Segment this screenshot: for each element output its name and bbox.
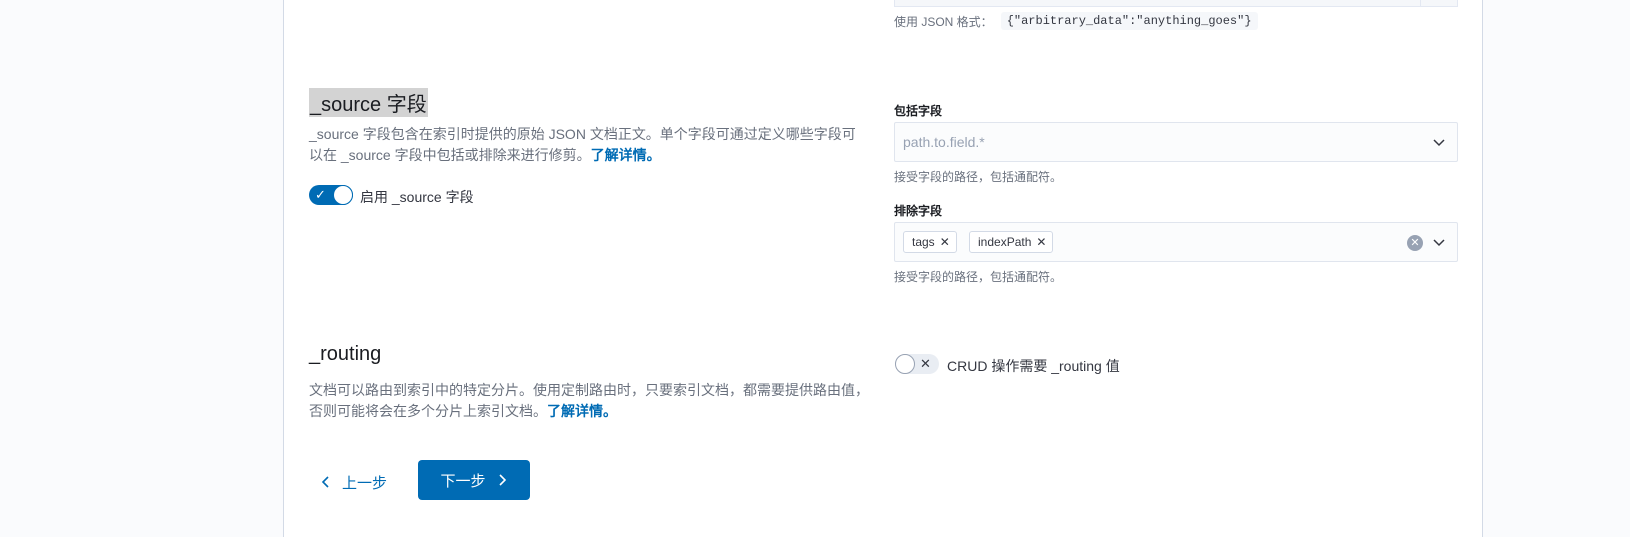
- routing-learn-more-link[interactable]: 了解详情。: [547, 403, 617, 419]
- pill-label: indexPath: [978, 235, 1032, 249]
- routing-section-description: 文档可以路由到索引中的特定分片。使用定制路由时，只要索引文档，都需要提供路由值，…: [309, 380, 869, 422]
- editor-gutter: [1420, 0, 1421, 7]
- json-example-code: {"arbitrary_data":"anything_goes"}: [1000, 12, 1258, 30]
- meta-field-editor[interactable]: [894, 0, 1458, 7]
- wizard-panel: [283, 0, 1483, 537]
- json-format-hint: 使用 JSON 格式：: [894, 14, 993, 29]
- source-section-title: _source 字段: [309, 88, 428, 117]
- switch-knob: [895, 354, 915, 374]
- routing-required-switch[interactable]: ✕: [895, 354, 939, 374]
- include-fields-combobox[interactable]: path.to.field.*: [894, 122, 1458, 162]
- chevron-right-icon: [498, 474, 506, 486]
- check-icon: ✓: [315, 187, 326, 202]
- chevron-down-icon[interactable]: [1431, 134, 1447, 150]
- chevron-down-icon[interactable]: [1431, 234, 1447, 250]
- next-button-label: 下一步: [440, 472, 486, 490]
- remove-pill-icon[interactable]: ✕: [940, 232, 950, 252]
- back-button-label: 上一步: [342, 474, 388, 492]
- exclude-fields-help: 接受字段的路径，包括通配符。: [894, 270, 1063, 284]
- source-learn-more-link[interactable]: 了解详情。: [591, 147, 661, 163]
- exclude-pill-indexpath: indexPath ✕: [969, 231, 1054, 253]
- source-enabled-label: 启用 _source 字段: [360, 189, 474, 205]
- source-enabled-switch[interactable]: ✓: [309, 185, 353, 205]
- source-description-text: _source 字段包含在索引时提供的原始 JSON 文档正文。单个字段可通过定…: [309, 126, 856, 163]
- switch-knob: [333, 185, 353, 205]
- include-fields-label: 包括字段: [894, 104, 943, 118]
- clear-selection-icon[interactable]: ✕: [1407, 235, 1423, 251]
- exclude-pill-tags: tags ✕: [903, 231, 957, 253]
- exclude-fields-combobox[interactable]: tags ✕ indexPath ✕ ✕: [894, 222, 1458, 262]
- include-fields-placeholder: path.to.field.*: [903, 134, 985, 150]
- pill-label: tags: [912, 235, 935, 249]
- include-fields-help: 接受字段的路径，包括通配符。: [894, 170, 1063, 184]
- back-button[interactable]: 上一步: [310, 462, 400, 502]
- cross-icon: ✕: [920, 356, 931, 371]
- remove-pill-icon[interactable]: ✕: [1036, 232, 1046, 252]
- meta-field-help: 使用 JSON 格式： {"arbitrary_data":"anything_…: [894, 12, 1258, 30]
- routing-section-title: _routing: [309, 343, 382, 365]
- next-button[interactable]: 下一步: [418, 460, 530, 500]
- exclude-fields-label: 排除字段: [894, 204, 943, 218]
- source-section-description: _source 字段包含在索引时提供的原始 JSON 文档正文。单个字段可通过定…: [309, 124, 869, 166]
- chevron-left-icon: [321, 476, 329, 488]
- routing-required-label: CRUD 操作需要 _routing 值: [947, 358, 1120, 374]
